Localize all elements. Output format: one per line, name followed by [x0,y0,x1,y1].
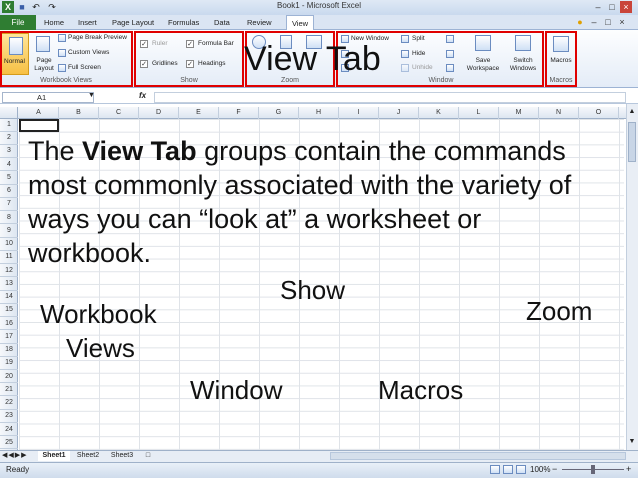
scroll-down-icon[interactable]: ▼ [627,438,637,448]
zoom-in-icon[interactable]: + [626,464,631,474]
normal-view-status-icon[interactable] [490,465,500,474]
page-layout-status-icon[interactable] [503,465,513,474]
column-header[interactable]: D [139,107,179,119]
row-header[interactable]: 5 [0,172,18,185]
row-header[interactable]: 9 [0,225,18,238]
close-icon[interactable]: × [620,1,632,13]
horizontal-scrollbar[interactable] [330,452,626,460]
row-header[interactable]: 11 [0,251,18,265]
row-header[interactable]: 13 [0,278,18,291]
undo-icon[interactable]: ↶ [30,1,42,13]
ribbon-close-icon[interactable]: × [616,16,628,28]
label-window: Window [190,375,283,405]
body-line-3: ways you can “look at” a worksheet or [28,204,482,234]
row-header[interactable]: 7 [0,198,18,212]
row-header[interactable]: 17 [0,331,18,344]
page-break-status-icon[interactable] [516,465,526,474]
tab-review[interactable]: Review [247,15,272,30]
row-header[interactable]: 14 [0,291,18,304]
row-header[interactable]: 3 [0,145,18,159]
status-ready: Ready [6,465,30,474]
tab-insert[interactable]: Insert [78,15,97,30]
zoom-out-icon[interactable]: − [552,464,557,474]
name-box[interactable]: A1 [2,92,94,103]
column-header[interactable]: A [19,107,59,119]
row-header[interactable]: 4 [0,159,18,172]
window-title: Book1 - Microsoft Excel [276,1,362,10]
row-header[interactable]: 15 [0,304,18,318]
sheet-tab-1[interactable]: Sheet1 [38,451,70,461]
column-header[interactable]: M [499,107,539,119]
row-header[interactable]: 2 [0,132,18,145]
scroll-thumb[interactable] [628,122,636,162]
column-header[interactable]: N [539,107,579,119]
tab-page-layout[interactable]: Page Layout [112,15,154,30]
highlight-show [134,31,244,87]
tab-view[interactable]: View [286,15,314,30]
zoom-slider-thumb[interactable] [591,465,595,474]
highlight-macros [545,31,577,87]
column-header[interactable]: F [219,107,259,119]
sheet-tab-2[interactable]: Sheet2 [72,451,104,461]
body-line-4: workbook. [28,238,152,268]
column-header[interactable]: C [99,107,139,119]
column-header[interactable]: E [179,107,219,119]
body-line-1: The View Tab groups contain the commands [28,136,566,166]
select-all-corner[interactable] [0,107,18,119]
ribbon-restore-icon[interactable]: □ [602,16,614,28]
save-icon[interactable]: ■ [16,1,28,13]
row-header[interactable]: 25 [0,437,18,450]
row-header[interactable]: 6 [0,185,18,198]
minimize-icon[interactable]: – [592,1,604,13]
sheet-tab-3[interactable]: Sheet3 [106,451,138,461]
row-header[interactable]: 18 [0,344,18,357]
column-header[interactable]: O [579,107,619,119]
active-cell[interactable] [19,119,59,132]
overlay-title: View Tab [244,40,381,78]
row-header[interactable]: 10 [0,238,18,251]
tab-data[interactable]: Data [214,15,230,30]
column-header[interactable]: J [379,107,419,119]
row-header[interactable]: 1 [0,119,18,132]
zoom-level[interactable]: 100% [530,465,550,474]
scroll-up-icon[interactable]: ▲ [627,108,637,118]
tab-home[interactable]: Home [44,15,64,30]
tab-formulas[interactable]: Formulas [168,15,199,30]
help-icon[interactable]: ● [574,16,586,28]
formula-input[interactable] [154,92,626,103]
row-header[interactable]: 16 [0,318,18,331]
column-header[interactable]: K [419,107,459,119]
row-header[interactable]: 22 [0,397,18,410]
insert-sheet-icon[interactable]: □ [142,451,154,461]
name-box-dropdown-icon[interactable]: ▼ [88,92,95,99]
row-header[interactable]: 12 [0,265,18,278]
row-header[interactable]: 20 [0,371,18,384]
label-macros: Macros [378,375,464,405]
label-zoom: Zoom [526,296,593,326]
ribbon-minimize-icon[interactable]: – [588,16,600,28]
row-header[interactable]: 23 [0,410,18,423]
redo-icon[interactable]: ↷ [46,1,58,13]
label-views: Views [66,333,135,363]
row-header[interactable]: 8 [0,212,18,225]
insert-function-icon[interactable]: fx [139,91,146,100]
label-show: Show [280,275,346,305]
column-header[interactable]: B [59,107,99,119]
label-workbook: Workbook [40,299,157,329]
row-header[interactable]: 24 [0,424,18,437]
row-header[interactable]: 21 [0,384,18,397]
column-header[interactable]: I [339,107,379,119]
highlight-workbook-views [0,31,133,87]
column-header[interactable]: L [459,107,499,119]
row-header[interactable]: 19 [0,357,18,370]
restore-icon[interactable]: □ [606,1,618,13]
sheet-nav-icon[interactable]: ◀◀▶▶ [2,451,28,459]
tab-file[interactable]: File [0,15,36,30]
title-bar: Book1 - Microsoft Excel [0,0,638,15]
column-header[interactable]: H [299,107,339,119]
excel-logo-icon[interactable]: X [2,1,14,13]
column-header[interactable]: G [259,107,299,119]
body-line-2: most commonly associated with the variet… [28,170,572,200]
